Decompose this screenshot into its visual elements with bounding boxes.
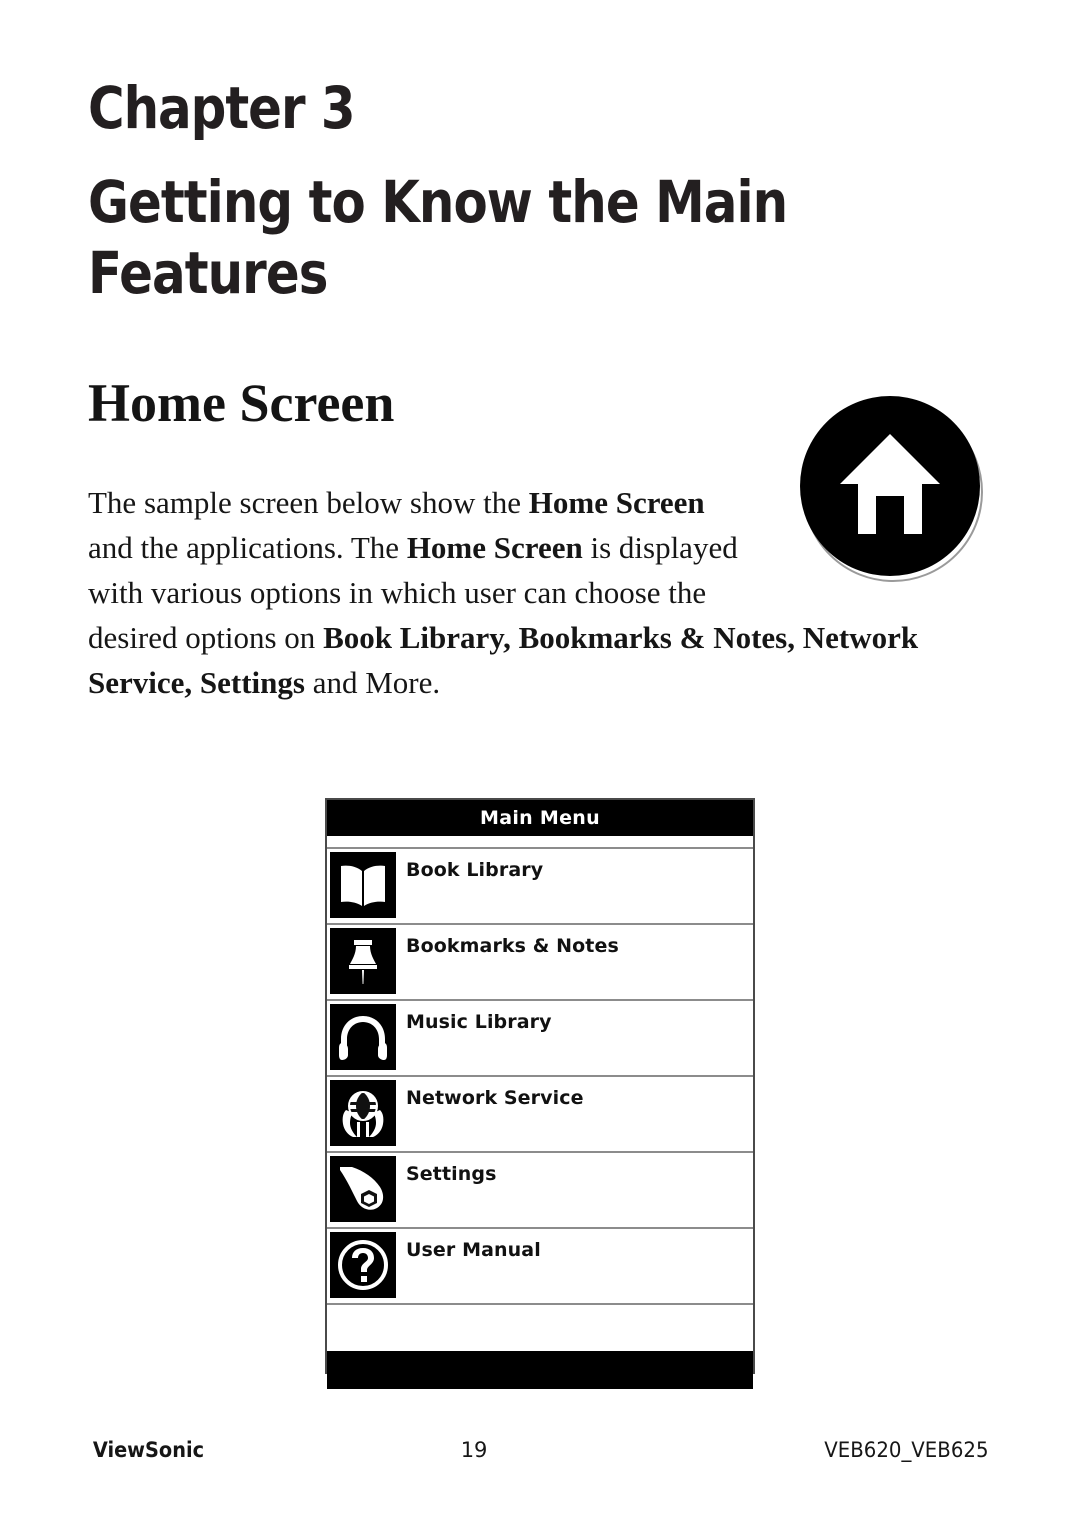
menu-empty-row [327,1303,753,1351]
chapter-title-line-1: Getting to Know the Main [88,167,788,236]
pushpin-icon [349,940,377,984]
device-menu-list: Book Library Bookmarks & Notes Music Lib… [327,847,753,1351]
paragraph-line-3: with various options in which user can c… [88,575,707,610]
globe-in-hands-icon [342,1091,384,1137]
footer-page-number: 19 [460,1438,488,1462]
menu-item-label: Music Library [406,1011,552,1033]
paragraph-emphasis: Home Screen [528,485,705,520]
paragraph-emphasis: Home Screen [406,530,583,565]
wrench-icon-tile [330,1156,396,1222]
headphones-icon [339,1016,387,1060]
chapter-heading-block: Chapter 3 Getting to Know the Main Featu… [88,78,948,308]
device-title-gap [327,836,753,847]
device-bottom-bar [327,1351,753,1389]
paragraph-text: and the applications. The [88,530,407,565]
chapter-number-heading: Chapter 3 [88,74,356,142]
question-mark-icon-tile [330,1232,396,1298]
chapter-title-line-2: Features [88,238,328,307]
paragraph-line-5: Service, Settings and More. [88,660,998,705]
menu-item-music-library[interactable]: Music Library [327,999,753,1075]
device-title-label: Main Menu [480,807,600,829]
paragraph-emphasis: Service, Settings [88,665,305,700]
menu-item-label: Settings [406,1163,497,1185]
paragraph-emphasis: Book Library, Bookmarks & Notes, Network [323,620,919,655]
paragraph-text: is displayed [582,530,738,565]
menu-item-label: Bookmarks & Notes [406,935,619,957]
paragraph-text: desired options on [88,620,324,655]
menu-item-book-library[interactable]: Book Library [327,847,753,923]
paragraph-line-1: The sample screen below show the Home Sc… [88,480,998,525]
wrench-icon [340,1167,384,1210]
menu-item-bookmarks-notes[interactable]: Bookmarks & Notes [327,923,753,999]
page-footer: ViewSonic 19 VEB620_VEB625 [88,1438,994,1462]
paragraph-line-4: desired options on Book Library, Bookmar… [88,615,998,660]
footer-brand: ViewSonic [92,1438,205,1462]
menu-item-user-manual[interactable]: User Manual [327,1227,753,1303]
menu-item-network-service[interactable]: Network Service [327,1075,753,1151]
paragraph-line-2: and the applications. The Home Screen is… [88,525,998,570]
body-paragraph: The sample screen below show the Home Sc… [88,480,998,705]
menu-item-settings[interactable]: Settings [327,1151,753,1227]
question-mark-icon [338,1240,388,1290]
document-page: Chapter 3 Getting to Know the Main Featu… [0,0,1080,1524]
headphones-icon-tile [330,1004,396,1070]
open-book-icon-tile [330,852,396,918]
globe-in-hands-icon-tile [330,1080,396,1146]
open-book-icon [341,865,385,906]
footer-model: VEB620_VEB625 [824,1438,989,1462]
menu-item-label: Network Service [406,1087,584,1109]
menu-item-label: User Manual [406,1239,541,1261]
section-heading-home-screen: Home Screen [88,373,395,433]
menu-item-label: Book Library [406,859,544,881]
paragraph-text: The sample screen below show the [88,485,529,520]
pushpin-icon-tile [330,928,396,994]
device-titlebar: Main Menu [327,800,753,836]
device-screenshot-figure: Main Menu Book Library Bookmarks & Notes… [325,798,755,1389]
paragraph-text: and More. [304,665,441,700]
chapter-title-heading: Getting to Know the Main Features [88,167,946,309]
